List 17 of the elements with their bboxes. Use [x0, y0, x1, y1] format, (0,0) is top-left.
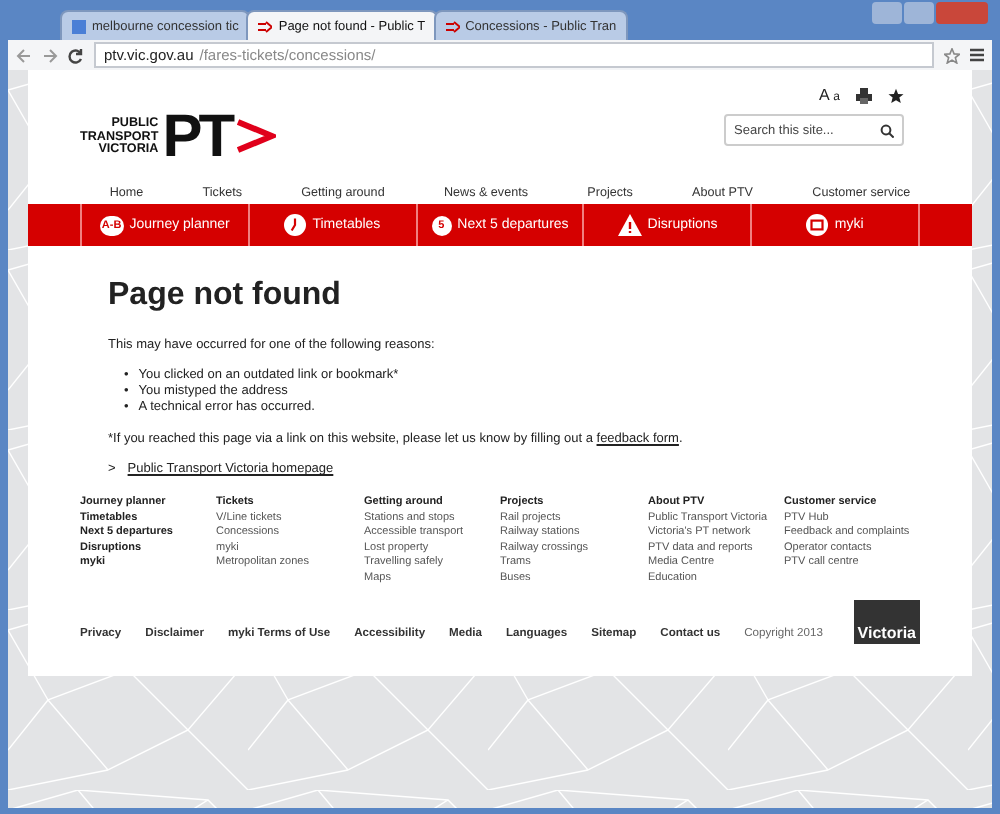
- back-icon[interactable]: [16, 47, 32, 63]
- search-icon[interactable]: [880, 123, 894, 137]
- card-icon: [806, 214, 829, 236]
- favicon-icon: [72, 19, 86, 33]
- forward-icon[interactable]: [42, 47, 58, 63]
- page-title: Page not found: [108, 278, 343, 314]
- chevron-favicon-icon: [258, 19, 273, 33]
- reload-icon[interactable]: [68, 47, 84, 63]
- print-icon[interactable]: [856, 87, 872, 103]
- chevron-logo-icon: [235, 118, 276, 158]
- menu-icon[interactable]: [970, 48, 984, 62]
- clock-icon: [284, 214, 307, 236]
- star-icon[interactable]: [888, 87, 904, 103]
- chevron-favicon-icon: [445, 19, 460, 33]
- warning-icon: [617, 214, 642, 236]
- star-icon[interactable]: [944, 47, 960, 63]
- victoria-logo: Victoria: [853, 600, 920, 644]
